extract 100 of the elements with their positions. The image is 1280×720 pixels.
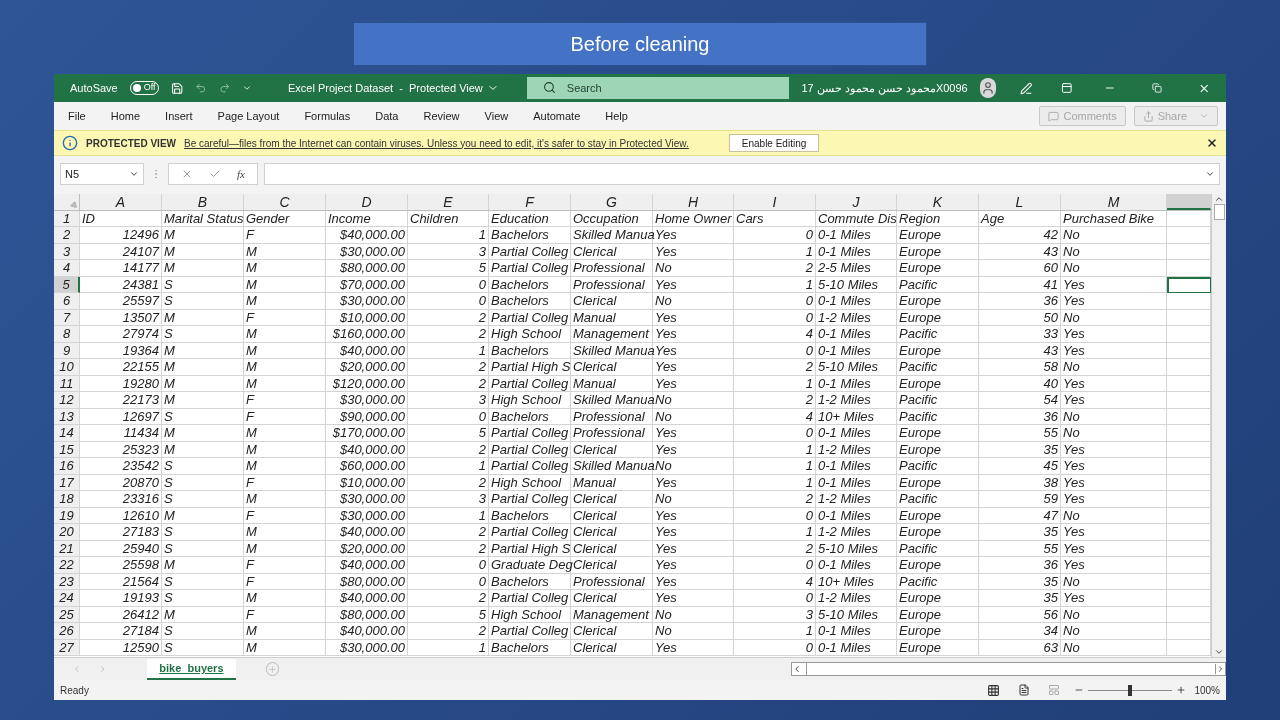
page-break-view-icon[interactable] [1048, 684, 1061, 696]
ribbon-tab[interactable]: Insert [165, 107, 193, 125]
column-header[interactable]: H [653, 194, 734, 210]
avatar[interactable] [979, 78, 997, 98]
table-cell: 0-1 Miles [816, 375, 897, 392]
row-header[interactable]: 20 [54, 524, 80, 541]
table-cell: $40,000.00 [326, 342, 408, 359]
column-header[interactable]: L [979, 194, 1061, 210]
row-header[interactable]: 4 [54, 260, 80, 277]
table-cell: 22173 [80, 392, 162, 409]
row-header[interactable]: 26 [54, 623, 80, 640]
ribbon-display-icon[interactable] [1060, 81, 1073, 95]
normal-view-icon[interactable] [987, 683, 1001, 697]
formula-field[interactable] [263, 163, 1220, 185]
scroll-thumb[interactable] [1213, 204, 1225, 220]
table-cell: 0 [734, 293, 816, 310]
ribbon-tab[interactable]: Automate [533, 107, 581, 125]
row-header[interactable]: 22 [54, 557, 80, 574]
ribbon-tab[interactable]: Help [605, 107, 628, 125]
table-cell: Yes [1061, 524, 1167, 541]
save-icon[interactable] [170, 80, 183, 96]
table-cell: 63 [979, 639, 1061, 656]
ribbon-tab[interactable]: Home [110, 107, 141, 125]
enable-editing-button[interactable]: Enable Editing [728, 134, 820, 152]
column-header[interactable]: G [571, 194, 653, 210]
table-cell: Europe [897, 639, 979, 656]
table-cell: 33 [979, 326, 1061, 343]
ribbon-tab[interactable]: Review [423, 107, 460, 125]
column-header[interactable]: B [162, 194, 244, 210]
ribbon-tab[interactable]: Formulas [304, 107, 351, 125]
table-cell: 2 [408, 474, 489, 491]
column-header[interactable]: I [734, 194, 816, 210]
table-cell: Pacific [897, 458, 979, 475]
table-cell: Yes [653, 375, 734, 392]
ribbon-tab[interactable]: Data [375, 107, 399, 125]
comment-icon [1048, 110, 1060, 122]
page-layout-view-icon[interactable] [1018, 684, 1031, 696]
table-cell: Partial Colleg [489, 375, 571, 392]
row-header[interactable]: 24 [54, 590, 80, 607]
table-cell: $30,000.00 [326, 392, 408, 409]
row-header[interactable]: 12 [54, 392, 80, 409]
table-cell: 36 [979, 408, 1061, 425]
row-header[interactable]: 10 [54, 359, 80, 376]
insert-function-button[interactable]: fx [237, 165, 245, 183]
table-cell: Yes [1061, 557, 1167, 574]
row-header[interactable]: 14 [54, 425, 80, 442]
zoom-slider[interactable] [1088, 684, 1173, 696]
row-header[interactable]: 8 [54, 326, 80, 343]
document-title[interactable]: Excel Project Dataset - Protected View [287, 79, 499, 97]
table-cell: Marital Status [162, 210, 244, 227]
table-cell: M [244, 342, 326, 359]
scroll-up-icon[interactable] [1214, 194, 1224, 204]
horizontal-scrollbar[interactable] [791, 662, 1226, 676]
table-cell: Partial High S [489, 359, 571, 376]
table-cell: Europe [897, 524, 979, 541]
table-cell: 3 [408, 392, 489, 409]
ribbon-tab[interactable]: Page Layout [217, 107, 280, 125]
row-header[interactable]: 16 [54, 458, 80, 475]
cancel-icon[interactable] [181, 168, 193, 180]
scroll-right-icon[interactable] [1215, 664, 1225, 674]
zoom-slider-thumb[interactable] [1128, 684, 1133, 696]
row-header[interactable]: 2 [54, 227, 80, 244]
table-cell: Yes [653, 359, 734, 376]
column-header[interactable]: C [244, 194, 326, 210]
restore-icon[interactable] [1151, 82, 1162, 94]
table-cell: 0 [408, 408, 489, 425]
table-cell: 1-2 Miles [816, 491, 897, 508]
scroll-down-icon[interactable] [1214, 647, 1224, 657]
column-header[interactable]: A [80, 194, 162, 210]
enter-icon[interactable] [209, 168, 221, 180]
vertical-scrollbar[interactable] [1211, 194, 1226, 657]
table-cell: 2 [734, 359, 816, 376]
table-cell: Pacific [897, 540, 979, 557]
table-cell: Yes [1061, 342, 1167, 359]
column-header[interactable]: D [326, 194, 408, 210]
column-header[interactable]: K [897, 194, 979, 210]
row-header[interactable]: 6 [54, 293, 80, 310]
table-cell: Europe [897, 507, 979, 524]
column-header[interactable]: E [408, 194, 489, 210]
search-field[interactable]: Search [526, 77, 790, 99]
table-cell: Clerical [571, 491, 653, 508]
column-header[interactable]: J [816, 194, 897, 210]
name-box[interactable]: N5 [60, 163, 144, 185]
table-cell: 24381 [80, 276, 162, 293]
ribbon-tab[interactable]: View [484, 107, 509, 125]
protected-view-message[interactable]: Be careful—files from the Internet can contain viruses. Unless you need to edit, it's safer to stay in Protected View. [184, 135, 689, 151]
table-cell: 1 [408, 227, 489, 244]
table-cell: F [244, 507, 326, 524]
close-icon[interactable] [1206, 137, 1218, 149]
pen-icon[interactable] [1020, 80, 1033, 96]
sheet-tab[interactable]: bike_buyers [147, 658, 236, 680]
row-header[interactable]: 18 [54, 491, 80, 508]
column-header[interactable]: F [489, 194, 571, 210]
expand-icon[interactable] [1205, 169, 1215, 179]
table-cell: Bachelors [489, 293, 571, 310]
ribbon-tab[interactable]: File [68, 107, 86, 125]
zoom-percentage[interactable]: 100% [1194, 682, 1220, 698]
zoom-in-icon[interactable] [1176, 685, 1187, 695]
column-header[interactable] [1167, 194, 1211, 210]
table-cell: Clerical [571, 359, 653, 376]
